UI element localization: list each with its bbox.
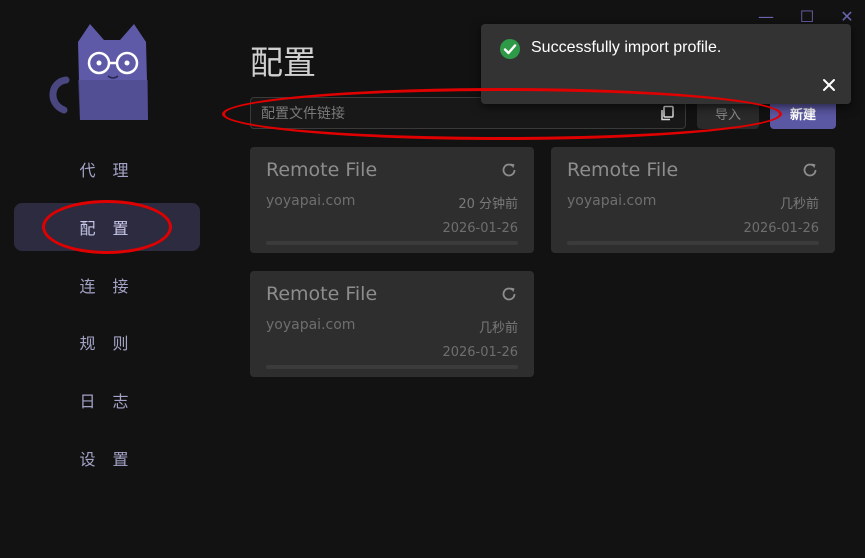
- check-circle-icon: [499, 38, 521, 60]
- sidebar-item-label: 设 置: [79, 450, 135, 469]
- toast-message: Successfully import profile.: [531, 39, 722, 56]
- copy-icon[interactable]: [659, 105, 675, 121]
- cat-with-glasses-logo-icon: [44, 20, 156, 124]
- profile-updated: 几秒前: [779, 197, 819, 212]
- page-title: 配置: [250, 43, 316, 82]
- sidebar-item-proxy[interactable]: 代 理: [14, 145, 200, 193]
- profile-card[interactable]: Remote File yoyapai.com 几秒前 2026-01-26: [250, 271, 534, 377]
- refresh-icon[interactable]: [500, 285, 518, 303]
- refresh-icon[interactable]: [801, 161, 819, 179]
- profile-host: yoyapai.com: [266, 317, 356, 333]
- success-toast: Successfully import profile.: [481, 24, 851, 104]
- profile-title: Remote File: [266, 159, 378, 181]
- sidebar-item-profiles[interactable]: 配 置: [14, 203, 200, 251]
- profile-date: 2026-01-26: [743, 221, 819, 236]
- sidebar-item-label: 代 理: [79, 161, 135, 180]
- sidebar-item-connections[interactable]: 连 接: [14, 261, 200, 309]
- profile-card[interactable]: Remote File yoyapai.com 几秒前 2026-01-26: [551, 147, 835, 253]
- sidebar-item-rules[interactable]: 规 则: [14, 318, 200, 366]
- profile-usage-bar: [567, 241, 819, 245]
- profile-title: Remote File: [567, 159, 679, 181]
- profile-card[interactable]: Remote File yoyapai.com 20 分钟前 2026-01-2…: [250, 147, 534, 253]
- sidebar-item-logs[interactable]: 日 志: [14, 376, 200, 424]
- profile-usage-bar: [266, 365, 518, 369]
- sidebar-item-settings[interactable]: 设 置: [14, 434, 200, 482]
- profile-updated: 20 分钟前: [458, 197, 518, 212]
- profile-title: Remote File: [266, 283, 378, 305]
- close-icon[interactable]: [820, 76, 838, 94]
- profile-host: yoyapai.com: [266, 193, 356, 209]
- profile-usage-bar: [266, 241, 518, 245]
- refresh-icon[interactable]: [500, 161, 518, 179]
- sidebar-item-label: 规 则: [79, 334, 135, 353]
- sidebar-item-label: 配 置: [79, 219, 135, 238]
- profile-date: 2026-01-26: [442, 345, 518, 360]
- profile-date: 2026-01-26: [442, 221, 518, 236]
- profile-host: yoyapai.com: [567, 193, 657, 209]
- sidebar-item-label: 连 接: [79, 277, 135, 296]
- sidebar-item-label: 日 志: [79, 392, 135, 411]
- profile-updated: 几秒前: [478, 321, 518, 336]
- profile-url-input[interactable]: [259, 102, 653, 126]
